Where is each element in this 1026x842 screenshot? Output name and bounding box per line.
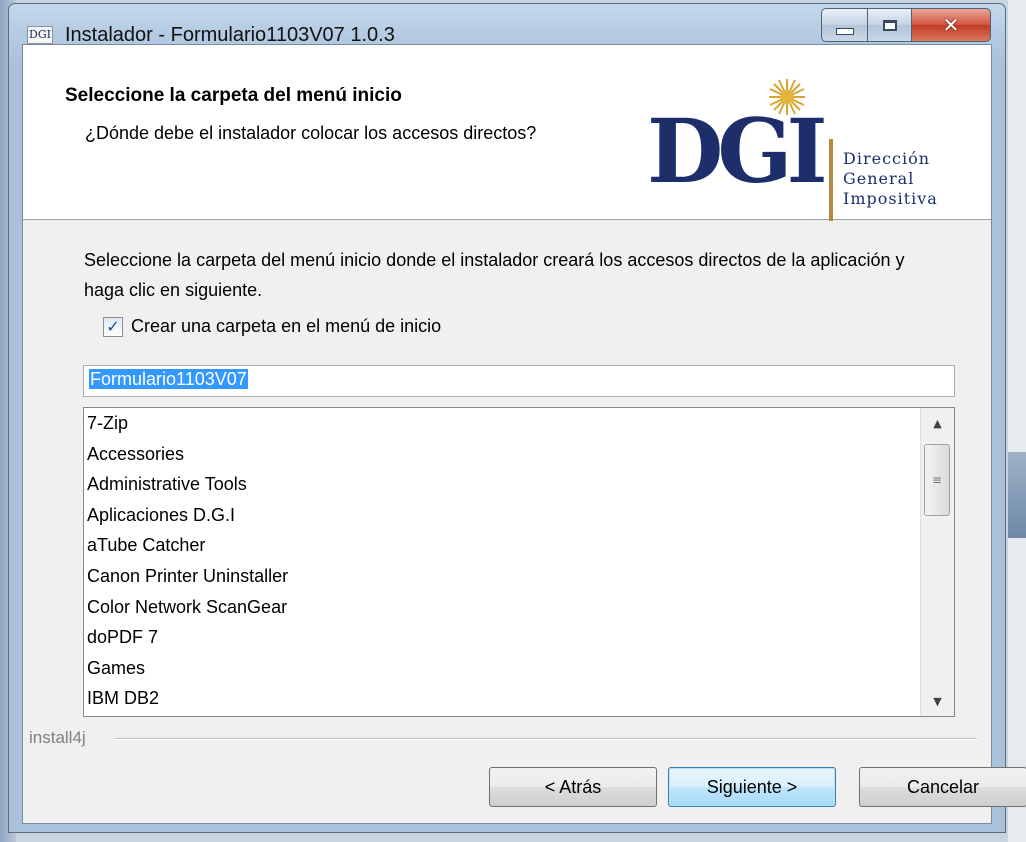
install4j-brand: install4j bbox=[29, 728, 86, 747]
scroll-up-button[interactable]: ▲ bbox=[921, 408, 954, 438]
separator-line bbox=[115, 738, 977, 740]
logo-mark: DGI bbox=[647, 99, 828, 203]
logo-wordmark: Dirección General Impositiva bbox=[843, 149, 938, 209]
list-item[interactable]: 7-Zip bbox=[84, 408, 954, 439]
app-icon: DGI bbox=[27, 26, 53, 44]
folder-name-value: Formulario1103V07 bbox=[89, 369, 248, 389]
checkmark-icon: ✓ bbox=[106, 317, 120, 336]
minimize-button[interactable] bbox=[821, 8, 867, 42]
scroll-down-button[interactable]: ▼ bbox=[921, 686, 954, 716]
logo-line-2: General bbox=[843, 169, 915, 188]
next-button[interactable]: Siguiente > bbox=[668, 767, 836, 807]
brand-separator: install4j bbox=[23, 728, 991, 748]
list-item[interactable]: Administrative Tools bbox=[84, 469, 954, 500]
wizard-header: Seleccione la carpeta del menú inicio ¿D… bbox=[23, 45, 991, 221]
backdrop-strip bbox=[1008, 452, 1026, 538]
logo-divider bbox=[829, 139, 833, 221]
minimize-icon bbox=[835, 27, 854, 35]
dgi-logo: DGI Dirección General Impositiva bbox=[647, 77, 987, 221]
list-item[interactable]: aTube Catcher bbox=[84, 530, 954, 561]
maximize-icon bbox=[882, 19, 897, 31]
desktop-backdrop-right bbox=[1008, 0, 1026, 842]
instructions-text: Seleccione la carpeta del menú inicio do… bbox=[84, 250, 905, 300]
folder-name-input[interactable]: Formulario1103V07 bbox=[83, 365, 955, 397]
create-folder-option[interactable]: ✓ Crear una carpeta en el menú de inicio bbox=[103, 316, 441, 337]
list-item[interactable]: Canon Printer Uninstaller bbox=[84, 561, 954, 592]
page-subtitle: ¿Dónde debe el instalador colocar los ac… bbox=[85, 123, 537, 143]
list-item[interactable]: Aplicaciones D.G.I bbox=[84, 500, 954, 531]
grip-icon: ≡ bbox=[931, 473, 943, 487]
start-menu-folder-list[interactable]: 7-Zip Accessories Administrative Tools Apli… bbox=[83, 407, 955, 717]
list-item[interactable]: IBM DB2 bbox=[84, 683, 954, 714]
cancel-button[interactable]: Cancelar bbox=[859, 767, 1026, 807]
create-folder-label[interactable]: Crear una carpeta en el menú de inicio bbox=[131, 316, 441, 337]
close-button[interactable]: ✕ bbox=[911, 8, 991, 42]
arrow-up-icon: ▲ bbox=[933, 416, 942, 430]
arrow-down-icon: ▼ bbox=[933, 694, 942, 708]
page-title: Seleccione la carpeta del menú inicio bbox=[65, 85, 402, 106]
back-button[interactable]: < Atrás bbox=[489, 767, 657, 807]
folder-list-items: 7-Zip Accessories Administrative Tools Apli… bbox=[84, 408, 954, 714]
close-icon: ✕ bbox=[942, 13, 960, 37]
logo-line-3: Impositiva bbox=[843, 189, 938, 208]
caption-buttons: ✕ bbox=[821, 8, 991, 44]
list-item[interactable]: Accessories bbox=[84, 439, 954, 470]
dialog-client-area: Seleccione la carpeta del menú inicio ¿D… bbox=[22, 44, 1026, 824]
scroll-thumb[interactable]: ≡ bbox=[924, 444, 950, 516]
list-scrollbar[interactable]: ▲ ≡ ▼ bbox=[920, 408, 954, 716]
create-folder-checkbox[interactable]: ✓ bbox=[103, 316, 123, 337]
logo-line-1: Dirección bbox=[843, 149, 931, 168]
maximize-button[interactable] bbox=[867, 8, 911, 42]
list-item[interactable]: doPDF 7 bbox=[84, 622, 954, 653]
installer-window: DGI Instalador - Formulario1103V07 1.0.3… bbox=[8, 3, 1026, 833]
list-item[interactable]: Color Network ScanGear bbox=[84, 592, 954, 623]
list-item[interactable]: Games bbox=[84, 653, 954, 684]
